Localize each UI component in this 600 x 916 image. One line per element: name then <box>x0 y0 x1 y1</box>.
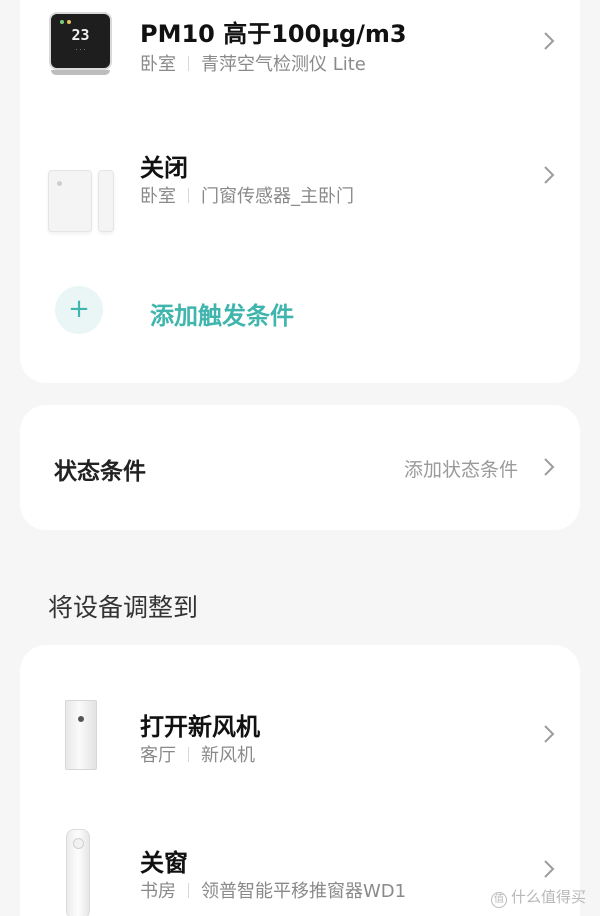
device-name: 青萍空气检测仪 Lite <box>201 54 366 75</box>
trigger-subtitle: 卧室 青萍空气检测仪 Lite <box>140 50 366 76</box>
room-label: 书房 <box>140 881 176 902</box>
action-subtitle: 书房 领普智能平移推窗器WD1 <box>140 877 406 903</box>
watermark-text: 什么值得买 <box>510 888 586 906</box>
trigger-title: 关闭 <box>140 154 188 182</box>
device-actions-card: 打开新风机 客厅 新风机 关窗 书房 领普智能平移推窗器WD1 <box>20 645 580 916</box>
actions-section-heading: 将设备调整到 <box>48 593 199 622</box>
window-pusher-icon <box>66 829 90 916</box>
divider <box>188 188 189 203</box>
chevron-right-icon <box>544 725 555 743</box>
divider <box>188 56 189 71</box>
device-name: 门窗传感器_主卧门 <box>201 186 354 207</box>
action-subtitle: 客厅 新风机 <box>140 741 255 767</box>
action-row-fresh-air[interactable]: 打开新风机 客厅 新风机 <box>20 645 580 795</box>
device-name: 新风机 <box>201 745 255 766</box>
monitor-screen-value: 23 <box>71 26 90 44</box>
trigger-title: PM10 高于100μg/m3 <box>140 20 407 48</box>
room-label: 客厅 <box>140 745 176 766</box>
add-state-condition-link[interactable]: 添加状态条件 <box>404 455 518 482</box>
add-trigger-label[interactable]: 添加触发条件 <box>150 296 294 331</box>
chevron-right-icon <box>544 860 555 878</box>
monitor-stand <box>51 70 110 75</box>
trigger-row-air-monitor[interactable]: 23 · · · PM10 高于100μg/m3 卧室 青萍空气检测仪 Lite <box>20 0 580 110</box>
door-window-sensor-icon <box>48 170 92 232</box>
add-trigger-button[interactable]: + <box>55 286 103 334</box>
trigger-conditions-card: 23 · · · PM10 高于100μg/m3 卧室 青萍空气检测仪 Lite … <box>20 0 580 383</box>
state-conditions-card[interactable]: 状态条件 添加状态条件 <box>20 405 580 530</box>
divider <box>188 747 189 762</box>
room-label: 卧室 <box>140 54 176 75</box>
fresh-air-unit-icon <box>65 700 97 770</box>
air-quality-monitor-icon: 23 · · · <box>49 12 112 70</box>
state-conditions-title: 状态条件 <box>54 459 146 485</box>
chevron-right-icon <box>544 166 555 184</box>
watermark: 值什么值得买 <box>490 886 586 908</box>
trigger-subtitle: 卧室 门窗传感器_主卧门 <box>140 182 354 208</box>
watermark-logo-icon: 值 <box>490 892 507 908</box>
device-name: 领普智能平移推窗器WD1 <box>201 881 407 902</box>
chevron-right-icon <box>544 32 555 50</box>
divider <box>188 883 189 898</box>
door-sensor-magnet <box>98 170 114 232</box>
chevron-right-icon <box>544 458 555 476</box>
room-label: 卧室 <box>140 186 176 207</box>
action-title: 关窗 <box>140 849 188 877</box>
plus-icon: + <box>68 294 90 324</box>
action-title: 打开新风机 <box>140 713 260 741</box>
